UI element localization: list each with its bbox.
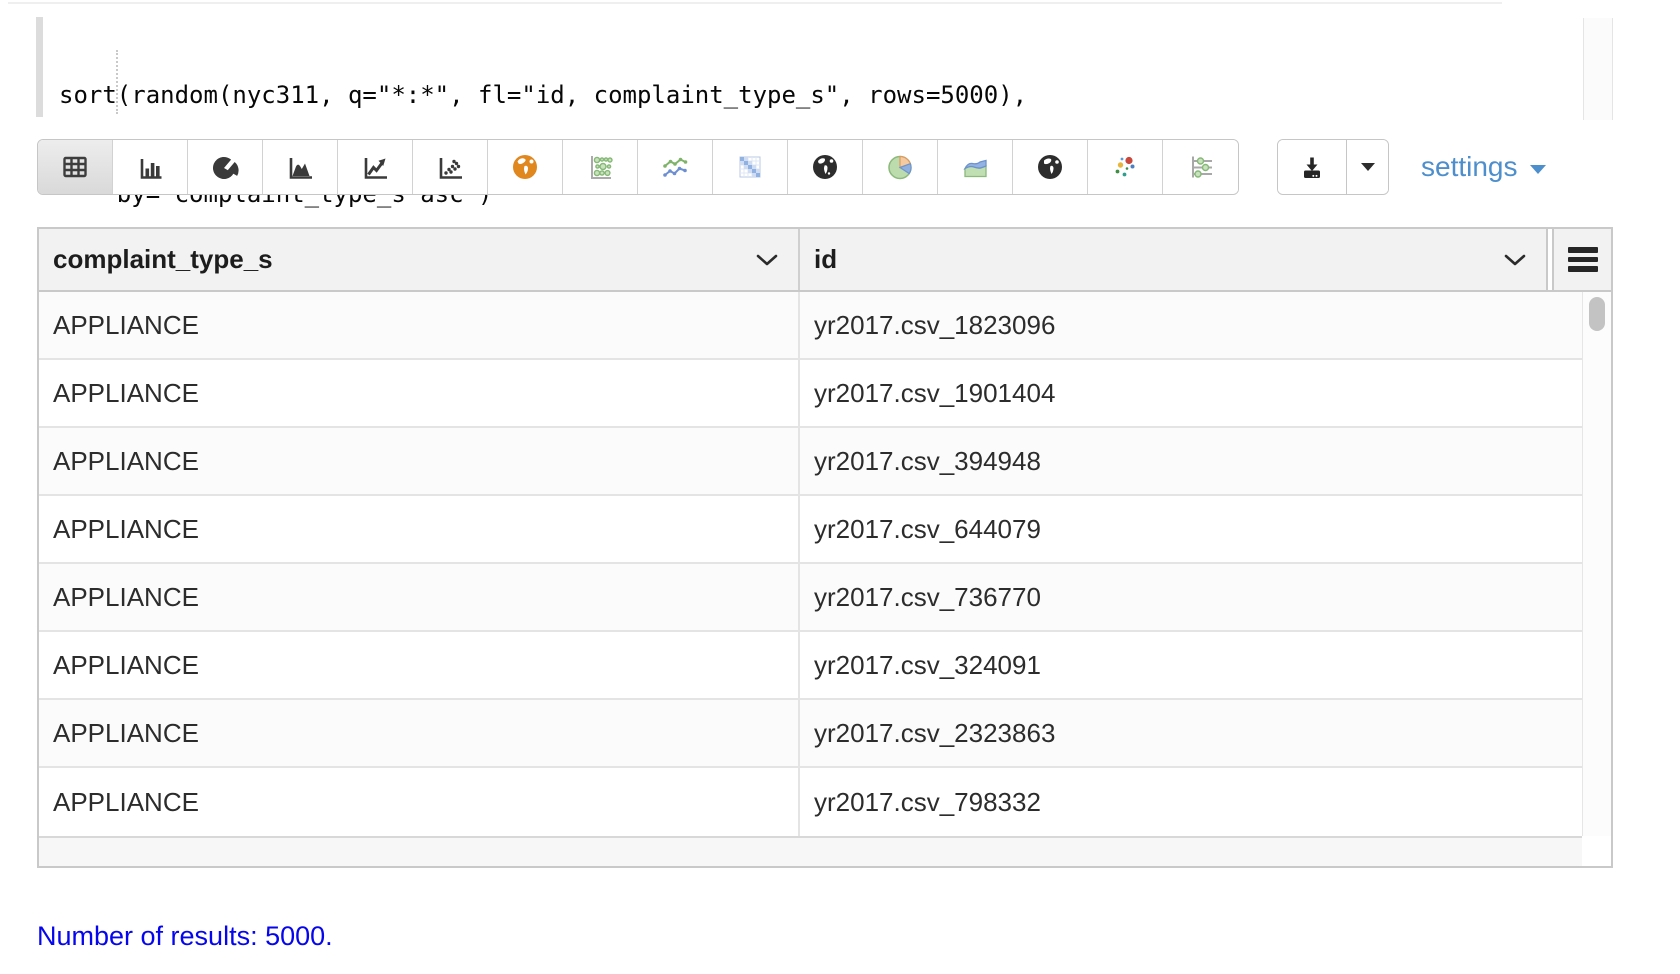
visualization-toolbar: [37, 139, 1239, 195]
column-header-complaint-type-s[interactable]: complaint_type_s: [39, 229, 800, 290]
multi-line-chart-icon: [660, 152, 690, 182]
globe-dark-2-icon: [1035, 152, 1065, 182]
cell-id: yr2017.csv_644079: [800, 496, 1582, 562]
globe-dark-icon: [810, 152, 840, 182]
table-row: APPLIANCE yr2017.csv_1823096: [39, 292, 1611, 360]
code-editor[interactable]: sort(random(nyc311, q="*:*", fl="id, com…: [59, 13, 1027, 244]
cell-id: yr2017.csv_736770: [800, 564, 1582, 630]
viz-button-pie-chart-color[interactable]: [863, 140, 938, 194]
table-row: APPLIANCE yr2017.csv_798332: [39, 768, 1611, 836]
result-table: complaint_type_s id APPLIANCE yr2017.csv…: [37, 227, 1613, 868]
cell-id: yr2017.csv_1823096: [800, 292, 1582, 358]
download-button-group: [1277, 139, 1389, 195]
cell-complaint-type: APPLIANCE: [39, 292, 800, 358]
cell-complaint-type: APPLIANCE: [39, 564, 800, 630]
viz-button-scatter-color[interactable]: [1088, 140, 1163, 194]
table-row: APPLIANCE yr2017.csv_644079: [39, 496, 1611, 564]
viz-button-line-chart[interactable]: [338, 140, 413, 194]
cell-complaint-type: APPLIANCE: [39, 496, 800, 562]
viz-button-table[interactable]: [38, 140, 113, 194]
viz-button-globe-dark-1[interactable]: [788, 140, 863, 194]
cell-id: yr2017.csv_324091: [800, 632, 1582, 698]
indent-guide: [116, 50, 118, 114]
viz-button-multi-line-chart[interactable]: [638, 140, 713, 194]
chevron-down-icon[interactable]: [1504, 254, 1526, 266]
chevron-down-icon[interactable]: [756, 254, 778, 266]
code-editor-scrollbar[interactable]: [1583, 18, 1613, 120]
heatmap-icon: [735, 152, 765, 182]
globe-orange-icon: [510, 152, 540, 182]
settings-button[interactable]: settings: [1421, 150, 1547, 184]
table-row: APPLIANCE yr2017.csv_394948: [39, 428, 1611, 496]
table-row: APPLIANCE yr2017.csv_1901404: [39, 360, 1611, 428]
viz-button-globe-orange[interactable]: [488, 140, 563, 194]
cell-complaint-type: APPLIANCE: [39, 428, 800, 494]
column-header-label: id: [814, 244, 837, 275]
cell-complaint-type: APPLIANCE: [39, 632, 800, 698]
viz-button-area-chart-color[interactable]: [938, 140, 1013, 194]
table-header-row: complaint_type_s id: [39, 229, 1611, 292]
table-body: APPLIANCE yr2017.csv_1823096 APPLIANCE y…: [39, 292, 1611, 836]
viz-button-scatter-plot[interactable]: [413, 140, 488, 194]
horizontal-scrollbar-track[interactable]: [39, 836, 1582, 866]
cell-id: yr2017.csv_2323863: [800, 700, 1582, 766]
code-line-1[interactable]: sort(random(nyc311, q="*:*", fl="id, com…: [59, 79, 1027, 112]
viz-button-heatmap[interactable]: [713, 140, 788, 194]
bubble-chart-icon: [585, 152, 615, 182]
table-row: APPLIANCE yr2017.csv_324091: [39, 632, 1611, 700]
table-menu-button[interactable]: [1552, 229, 1611, 290]
settings-label: settings: [1421, 151, 1518, 183]
download-options-button[interactable]: [1347, 140, 1388, 194]
cell-id: yr2017.csv_798332: [800, 768, 1582, 836]
pie-chart-icon: [210, 152, 240, 182]
viz-button-pie-chart[interactable]: [188, 140, 263, 194]
column-header-label: complaint_type_s: [53, 244, 273, 275]
vertical-scrollbar[interactable]: [1582, 292, 1611, 836]
vertical-scrollbar-thumb[interactable]: [1589, 297, 1605, 331]
results-count-text: Number of results: 5000.: [37, 921, 333, 952]
table-row: APPLIANCE yr2017.csv_736770: [39, 564, 1611, 632]
line-chart-icon: [360, 152, 390, 182]
code-editor-gutter: [36, 17, 43, 117]
download-button[interactable]: [1278, 140, 1347, 194]
table-row: APPLIANCE yr2017.csv_2323863: [39, 700, 1611, 768]
cell-complaint-type: APPLIANCE: [39, 360, 800, 426]
viz-button-globe-dark-2[interactable]: [1013, 140, 1088, 194]
table-icon: [60, 152, 90, 182]
bar-chart-icon: [135, 152, 165, 182]
viz-button-bubble-chart[interactable]: [563, 140, 638, 194]
column-header-id[interactable]: id: [800, 229, 1548, 290]
cell-complaint-type: APPLIANCE: [39, 768, 800, 836]
hamburger-icon: [1568, 247, 1598, 272]
cell-complaint-type: APPLIANCE: [39, 700, 800, 766]
viz-button-area-chart[interactable]: [263, 140, 338, 194]
download-icon: [1297, 152, 1327, 182]
viz-button-range-sliders[interactable]: [1163, 140, 1238, 194]
range-sliders-icon: [1186, 152, 1216, 182]
caret-down-icon: [1529, 164, 1547, 175]
paragraph-top-border: [8, 2, 1502, 4]
pie-chart-color-icon: [885, 152, 915, 182]
scatter-color-icon: [1110, 152, 1140, 182]
area-chart-icon: [285, 152, 315, 182]
scatter-plot-icon: [435, 152, 465, 182]
viz-button-bar-chart[interactable]: [113, 140, 188, 194]
cell-id: yr2017.csv_1901404: [800, 360, 1582, 426]
cell-id: yr2017.csv_394948: [800, 428, 1582, 494]
caret-down-icon: [1360, 162, 1376, 172]
area-chart-color-icon: [960, 152, 990, 182]
